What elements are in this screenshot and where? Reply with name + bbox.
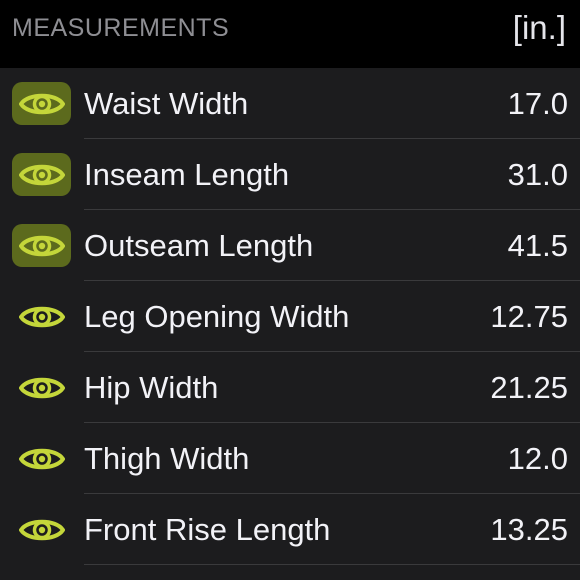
measurement-label: Outseam Length xyxy=(84,228,314,263)
measurement-label: Waist Width xyxy=(84,86,249,121)
measurement-row-leg-opening-width[interactable]: Leg Opening Width 12.75 xyxy=(0,281,580,352)
measurement-row-inseam-length[interactable]: Inseam Length 31.0 xyxy=(0,139,580,210)
eye-icon[interactable] xyxy=(12,437,71,480)
unit-toggle[interactable]: [in.] xyxy=(513,9,568,47)
measurement-row-outseam-length[interactable]: Outseam Length 41.5 xyxy=(0,210,580,281)
measurements-screen: MEASUREMENTS [in.] Waist Width 17.0 Inse… xyxy=(0,0,580,580)
eye-icon[interactable] xyxy=(12,366,71,409)
measurement-value: 41.5 xyxy=(507,228,568,263)
eye-icon[interactable] xyxy=(12,508,71,551)
measurement-row-hip-width[interactable]: Hip Width 21.25 xyxy=(0,352,580,423)
eye-icon[interactable] xyxy=(12,295,71,338)
measurement-label: Leg Opening Width xyxy=(84,299,350,334)
measurement-value: 21.25 xyxy=(490,370,568,405)
measurement-value: 13.25 xyxy=(490,512,568,547)
eye-icon[interactable] xyxy=(12,153,71,196)
measurement-value: 12.0 xyxy=(507,441,568,476)
measurement-list: Waist Width 17.0 Inseam Length 31.0 Outs… xyxy=(0,68,580,565)
eye-icon[interactable] xyxy=(12,224,71,267)
eye-icon[interactable] xyxy=(12,82,71,125)
measurement-value: 12.75 xyxy=(490,299,568,334)
measurement-label: Hip Width xyxy=(84,370,219,405)
measurement-label: Front Rise Length xyxy=(84,512,331,547)
measurement-value: 17.0 xyxy=(507,86,568,121)
header: MEASUREMENTS [in.] xyxy=(0,0,580,68)
measurement-label: Inseam Length xyxy=(84,157,290,192)
row-divider xyxy=(84,564,580,565)
section-title: MEASUREMENTS xyxy=(12,13,230,42)
measurement-row-thigh-width[interactable]: Thigh Width 12.0 xyxy=(0,423,580,494)
measurement-row-front-rise-length[interactable]: Front Rise Length 13.25 xyxy=(0,494,580,565)
measurement-row-waist-width[interactable]: Waist Width 17.0 xyxy=(0,68,580,139)
measurement-label: Thigh Width xyxy=(84,441,250,476)
measurement-value: 31.0 xyxy=(507,157,568,192)
